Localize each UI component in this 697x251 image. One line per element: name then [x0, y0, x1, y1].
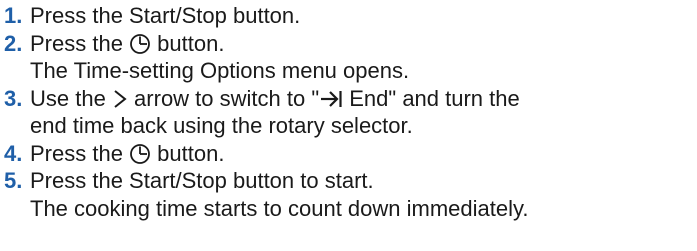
step-line-text: button. — [151, 30, 225, 56]
step-line-text: Press the — [30, 30, 130, 56]
step-number: 3. — [4, 85, 23, 111]
step-line: The cooking time starts to count down im… — [30, 195, 529, 221]
step-number: 1. — [4, 3, 23, 28]
instruction-list: 1. Press the Start/Stop button. 2. Press… — [0, 0, 697, 222]
step-3: 3. Use the arrow to switch to " End" and… — [4, 85, 697, 140]
step-line: Press the button. — [30, 30, 409, 58]
step-1: 1. Press the Start/Stop button. — [4, 2, 697, 30]
step-text: Press the Start/Stop button to start. Th… — [30, 167, 528, 222]
step-line-text: Press the — [30, 140, 130, 166]
step-line-text: arrow to switch to " — [127, 85, 320, 111]
clock-icon — [129, 143, 151, 165]
step-number: 2. — [4, 30, 23, 56]
step-line: Use the arrow to switch to " End" and tu… — [30, 85, 520, 113]
step-line-text: Use the — [30, 85, 112, 111]
step-line: end time back using the rotary selector. — [30, 113, 413, 138]
step-2: 2. Press the button. The Time-setting Op… — [4, 30, 697, 85]
arrow-to-end-icon — [319, 88, 343, 110]
step-4: 4. Press the button. — [4, 140, 697, 168]
step-text: Press the button. — [30, 140, 224, 168]
step-text: Press the Start/Stop button. — [30, 2, 300, 30]
step-line-text: End" and turn the — [343, 85, 520, 111]
step-number: 4. — [4, 140, 23, 166]
step-line: Press the Start/Stop button to start. — [30, 168, 374, 193]
step-line: Press the Start/Stop button. — [30, 3, 301, 28]
step-text: Press the button. The Time-setting Optio… — [30, 30, 409, 85]
step-line-text: button. — [151, 140, 225, 166]
step-line: The Time-setting Options menu opens. — [30, 58, 410, 83]
step-text: Use the arrow to switch to " End" and tu… — [30, 85, 520, 140]
chevron-right-icon — [112, 88, 128, 110]
step-line: Press the button. — [30, 140, 224, 168]
step-number: 5. — [4, 168, 23, 193]
clock-icon — [129, 33, 151, 55]
step-5: 5. Press the Start/Stop button to start.… — [4, 167, 697, 222]
